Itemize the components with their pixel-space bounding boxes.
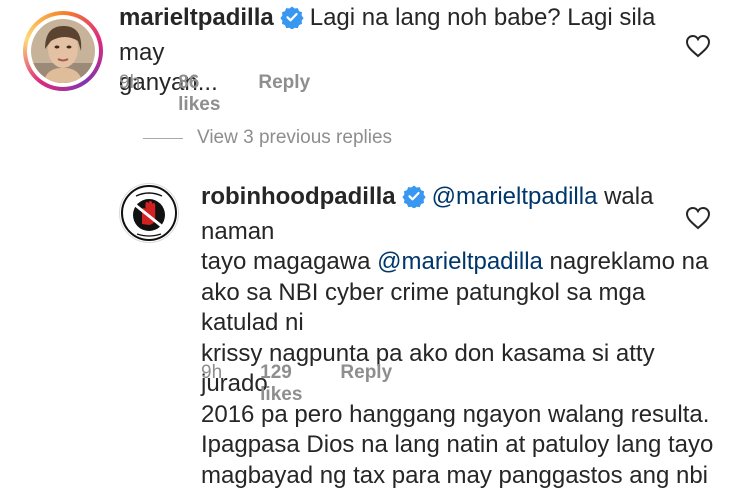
view-replies-label: View 3 previous replies — [197, 127, 393, 148]
comment-line: magbayad ng tax para may panggastos ang … — [201, 461, 709, 489]
comment-line: ako sa NBI cyber crime patungkol sa mga … — [201, 278, 646, 337]
username[interactable]: marieltpadilla — [119, 4, 274, 31]
timestamp: 9h — [119, 72, 141, 93]
view-previous-replies-button[interactable]: View 3 previous replies — [143, 127, 392, 149]
profile-photo-woman-icon — [31, 19, 95, 83]
comment-line: nagreklamo na — [542, 248, 709, 275]
comment-text: robinhoodpadilla @marieltpadilla wala nam… — [201, 182, 721, 491]
likes-count[interactable]: 129 likes — [260, 362, 302, 406]
username[interactable]: robinhoodpadilla — [201, 183, 396, 210]
avatar[interactable] — [119, 183, 179, 243]
verified-badge-icon — [402, 184, 426, 217]
heart-icon[interactable] — [685, 34, 711, 58]
divider-line — [143, 137, 183, 139]
comment-line: tayo magagawa — [201, 248, 378, 275]
mention-link[interactable]: @marieltpadilla — [377, 248, 543, 275]
likes-count[interactable]: 86 likes — [178, 72, 220, 116]
comment-meta: 9h 129 likes Reply — [201, 362, 392, 406]
red-hand-logo-icon — [121, 185, 177, 241]
timestamp: 9h — [201, 362, 223, 383]
avatar[interactable] — [31, 19, 95, 83]
mention-link[interactable]: @marieltpadilla — [432, 183, 598, 210]
reply-button[interactable]: Reply — [258, 72, 310, 94]
comment-line: Ipagpasa Dios na lang natin at patuloy l… — [201, 431, 714, 458]
verified-badge-icon — [280, 5, 304, 38]
comment-meta: 9h 86 likes Reply — [119, 72, 310, 116]
reply-button[interactable]: Reply — [340, 362, 392, 384]
heart-icon[interactable] — [685, 206, 711, 230]
